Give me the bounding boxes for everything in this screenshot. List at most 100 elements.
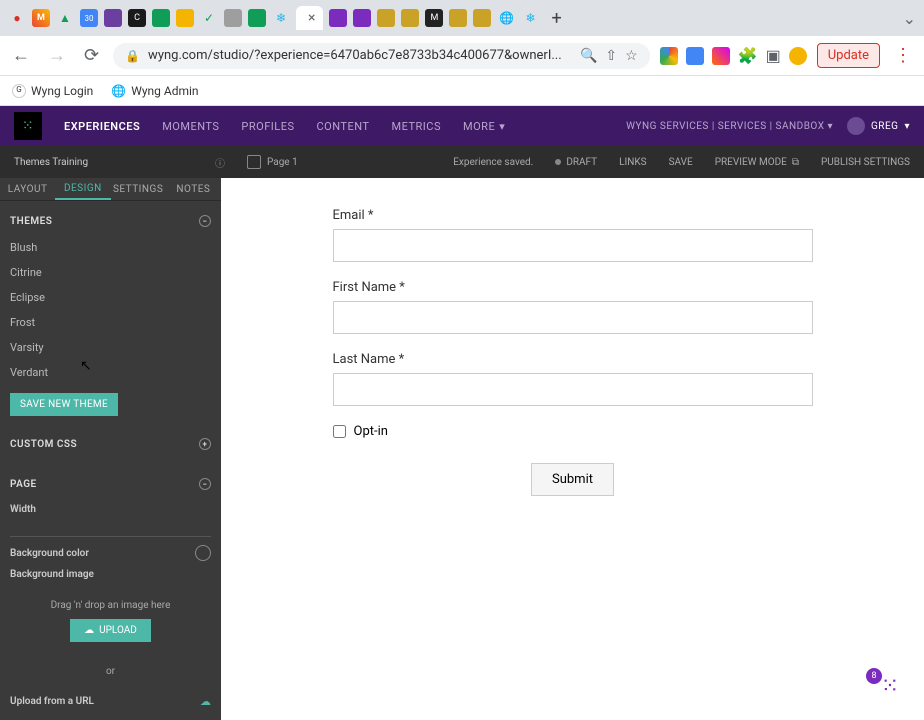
tab-favicon-y2[interactable] [401,9,419,27]
forward-button[interactable]: → [44,43,70,68]
custom-css-section-header[interactable]: CUSTOM CSS + [10,432,211,456]
width-input[interactable] [10,519,211,537]
submit-button[interactable]: Submit [531,463,614,496]
tab-favicon-record[interactable]: ● [8,9,26,27]
back-button[interactable]: ← [8,43,34,68]
tab-favicon-snow[interactable]: ❄ [272,9,290,27]
theme-item-eclipse[interactable]: Eclipse [10,285,211,310]
nav-profiles[interactable]: PROFILES [241,120,294,133]
new-tab-button[interactable]: + [551,8,561,29]
tab-favicon-cal[interactable]: 30 [80,9,98,27]
tab-favicon-gmail[interactable]: M [32,9,50,27]
share-icon[interactable]: ⇧ [605,48,617,64]
reload-button[interactable]: ⟳ [80,43,103,68]
dropzone-text: Drag 'n' drop an image here [10,600,211,611]
preview-mode-button[interactable]: PREVIEW MODE ⧉ [715,157,799,168]
tab-layout[interactable]: LAYOUT [0,178,55,200]
bg-color-swatch[interactable] [195,545,211,561]
theme-item-frost[interactable]: Frost [10,310,211,335]
globe-icon: 🌐 [111,84,126,98]
theme-item-verdant[interactable]: Verdant [10,360,211,385]
page-selector[interactable]: Page 1 [247,155,298,169]
draft-badge: DRAFT [555,157,597,168]
chevron-down-icon: ▾ [827,121,833,132]
upload-button[interactable]: ☁ UPLOAD [70,619,151,642]
bg-color-label: Background color [10,548,89,559]
tab-favicon-m[interactable]: M [425,9,443,27]
links-button[interactable]: LINKS [619,157,646,168]
close-icon[interactable]: × [308,10,315,26]
ext-icon-1[interactable] [660,47,678,65]
tab-favicon-p2[interactable] [353,9,371,27]
tab-favicon-sheets[interactable] [152,9,170,27]
extensions-menu-icon[interactable]: 🧩 [738,46,758,65]
app-logo[interactable]: ⁙ [14,112,42,140]
ext-icon-2[interactable] [686,47,704,65]
nav-content[interactable]: CONTENT [317,120,370,133]
tab-favicon-purple1[interactable] [104,9,122,27]
info-icon[interactable]: ⓘ [215,155,225,170]
panel-icon[interactable]: ▣ [766,46,781,65]
or-divider: or [10,666,211,677]
tab-notes[interactable]: NOTES [166,178,221,200]
tab-active[interactable]: × [296,6,323,30]
tab-favicon-slides[interactable] [176,9,194,27]
theme-item-blush[interactable]: Blush [10,235,211,260]
save-new-theme-button[interactable]: SAVE NEW THEME [10,393,118,416]
nav-experiences[interactable]: EXPERIENCES [64,120,140,133]
nav-metrics[interactable]: METRICS [392,120,442,133]
address-bar[interactable]: 🔒 wyng.com/studio/?experience=6470ab6c7e… [113,43,650,69]
tab-favicon-y3[interactable] [449,9,467,27]
star-icon[interactable]: ☆ [625,48,638,64]
browser-menu-icon[interactable]: ⋮ [890,43,916,68]
tabs-dropdown-icon[interactable]: ⌄ [903,9,916,28]
tab-favicon-dark[interactable]: C [128,9,146,27]
optin-checkbox[interactable] [333,425,346,438]
last-name-field[interactable] [333,373,813,406]
help-widget[interactable]: 8 ⁙ [856,668,908,704]
first-name-label: First Name * [333,280,813,295]
tab-favicon-globe[interactable]: 🌐 [497,9,515,27]
user-menu[interactable]: GREG ▾ [847,117,910,135]
tab-settings[interactable]: SETTINGS [111,178,166,200]
ext-icon-3[interactable] [712,47,730,65]
tab-favicon-y1[interactable] [377,9,395,27]
canvas-area: Email * First Name * Last Name * Opt-in … [221,178,924,720]
bookmark-label: Wyng Login [31,84,93,98]
saved-status: Experience saved. [453,157,533,168]
account-switcher[interactable]: WYNG SERVICES | SERVICES | SANDBOX ▾ [626,121,833,132]
expand-icon: + [199,438,211,450]
publish-settings-button[interactable]: PUBLISH SETTINGS [821,157,910,168]
search-icon[interactable]: 🔍 [580,48,597,64]
themes-section-header[interactable]: THEMES − [10,209,211,233]
email-label: Email * [333,208,813,223]
email-field[interactable] [333,229,813,262]
theme-item-citrine[interactable]: Citrine [10,260,211,285]
update-button[interactable]: Update [817,43,880,68]
chevron-down-icon: ▾ [499,120,505,133]
nav-moments[interactable]: MOMENTS [162,120,219,133]
tab-favicon-sheets2[interactable] [248,9,266,27]
tab-favicon-y4[interactable] [473,9,491,27]
page-section-header[interactable]: PAGE − [10,472,211,496]
tab-favicon-p1[interactable] [329,9,347,27]
profile-avatar[interactable] [789,47,807,65]
url-upload-label: Upload from a URL [10,696,94,707]
tab-design[interactable]: DESIGN [55,178,110,200]
cloud-upload-icon[interactable]: ☁ [200,695,211,708]
optin-label: Opt-in [354,424,388,439]
tab-favicon-gray[interactable] [224,9,242,27]
first-name-field[interactable] [333,301,813,334]
bookmark-wyng-login[interactable]: G Wyng Login [12,84,93,98]
tab-favicon-green[interactable]: ✓ [200,9,218,27]
bookmark-wyng-admin[interactable]: 🌐 Wyng Admin [111,84,198,98]
app-top-nav: ⁙ EXPERIENCES MOMENTS PROFILES CONTENT M… [0,106,924,146]
nav-more[interactable]: MORE ▾ [463,120,505,133]
collapse-icon: − [199,215,211,227]
tab-favicon-drive[interactable]: ▲ [56,9,74,27]
theme-item-varsity[interactable]: Varsity [10,335,211,360]
tab-favicon-snow2[interactable]: ❄ [521,9,539,27]
collapse-icon: − [199,478,211,490]
image-dropzone[interactable]: Drag 'n' drop an image here ☁ UPLOAD [10,590,211,652]
save-button[interactable]: SAVE [669,157,693,168]
